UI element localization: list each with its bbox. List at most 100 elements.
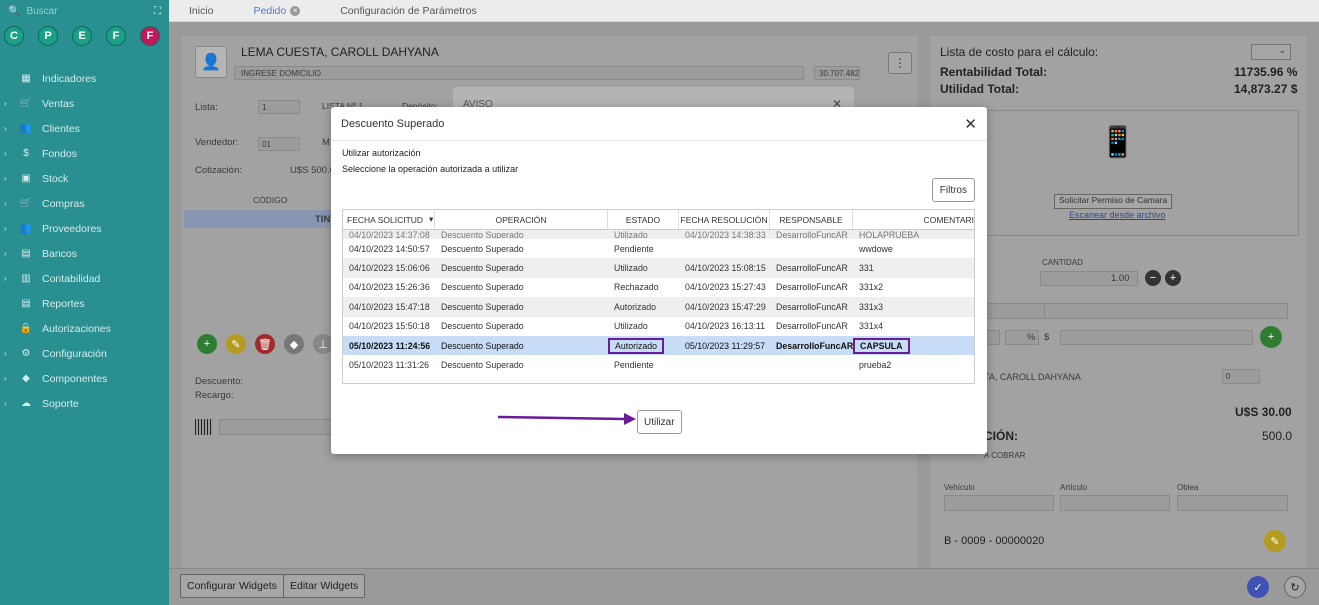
more-options-icon[interactable]: ⋮ [888, 52, 912, 74]
oblea-label: Oblea [1177, 483, 1199, 492]
sidebar-item-soporte[interactable]: › ☁ Soporte [0, 391, 169, 416]
delete-icon[interactable]: 🗑 [255, 334, 275, 354]
close-icon[interactable]: ✕ [964, 115, 977, 133]
tab-label: Pedido [253, 4, 287, 17]
barcode-icon[interactable] [195, 419, 213, 435]
sidebar-item-bancos[interactable]: › ▤ Bancos [0, 241, 169, 266]
confirm-icon[interactable]: ✓ [1247, 576, 1269, 598]
column-header[interactable]: FECHA RESOLUCIÓN [679, 210, 770, 229]
sidebar-search[interactable]: 🔍 Buscar ⛶ [0, 0, 169, 22]
stamp-icon[interactable]: ⊥ [313, 334, 333, 354]
tab-configuracion-parametros[interactable]: Configuración de Parámetros [320, 5, 497, 17]
camera-permission-button[interactable]: Solicitar Permiso de Camara [1054, 194, 1173, 209]
sidebar-item-proveedores[interactable]: › 👥 Proveedores [0, 216, 169, 241]
column-header[interactable]: OPERACIÓN [435, 210, 608, 229]
search-input[interactable]: Buscar [26, 6, 148, 17]
chevron-right-icon: › [4, 149, 7, 158]
table-cell: 04/10/2023 15:26:36 [343, 278, 435, 297]
column-header[interactable]: RESPONSABLE [770, 210, 853, 229]
close-tab-icon[interactable]: × [290, 5, 301, 16]
tag-icon[interactable]: ◆ [284, 334, 304, 354]
oblea-input[interactable] [1177, 495, 1288, 511]
table-row[interactable]: 05/10/2023 11:24:56 Descuento Superado Aut… [343, 335, 974, 356]
tab-pedido[interactable]: Pedido × [234, 5, 321, 17]
table-row[interactable]: 04/10/2023 15:26:36 Descuento Superado Rec… [343, 277, 974, 298]
search-icon: 🔍 [8, 5, 21, 17]
sidebar-item-reportes[interactable]: ▤ Reportes [0, 291, 169, 316]
quick-access-avatar[interactable]: E [72, 26, 92, 46]
price-input[interactable] [1060, 330, 1253, 345]
cell-text: 04/10/2023 15:27:43 [685, 282, 766, 293]
table-cell: wwdowe [853, 239, 963, 258]
expand-icon[interactable]: ⛶ [154, 6, 161, 17]
sidebar-menu: ▦ Indicadores › 🛒 Ventas › 👥 Clientes › $ Fondos › ▣… [0, 66, 169, 416]
table-row[interactable]: 05/10/2023 11:31:26 Descuento Superado Pen… [343, 355, 974, 375]
table-row[interactable]: 04/10/2023 14:50:57 Descuento Superado Pen… [343, 239, 974, 259]
refresh-icon[interactable]: ↻ [1284, 576, 1306, 598]
table-row[interactable]: 04/10/2023 15:50:18 Descuento Superado Uti… [343, 316, 974, 336]
sidebar-item-clientes[interactable]: › 👥 Clientes [0, 116, 169, 141]
sidebar-item-indicadores[interactable]: ▦ Indicadores [0, 66, 169, 91]
product-description-input[interactable] [1044, 303, 1288, 319]
table-cell: 331 [853, 258, 963, 277]
cell-text: Descuento Superado [441, 321, 524, 332]
costo-select[interactable]: ⌄ [1251, 44, 1291, 60]
utilizar-button[interactable]: Utilizar [637, 410, 682, 434]
add-product-icon[interactable]: + [1260, 326, 1282, 348]
editar-widgets-button[interactable]: Editar Widgets [283, 574, 366, 598]
sidebar-item-label: Contabilidad [42, 272, 101, 285]
column-header-label: OPERACIÓN [495, 214, 547, 225]
tab-bar: Inicio Pedido × Configuración de Parámetr… [169, 0, 1319, 22]
quick-access-avatar[interactable]: C [4, 26, 24, 46]
sidebar-item-stock[interactable]: › ▣ Stock [0, 166, 169, 191]
cell-text: Descuento Superado [441, 340, 524, 351]
sidebar-item-autorizaciones[interactable]: 🔒 Autorizaciones [0, 316, 169, 341]
sidebar-item-fondos[interactable]: › $ Fondos [0, 141, 169, 166]
vehiculo-input[interactable] [944, 495, 1054, 511]
table-cell [770, 355, 853, 374]
quick-access-avatar[interactable]: P [38, 26, 58, 46]
articulo-input[interactable] [1060, 495, 1170, 511]
client-avatar-icon[interactable]: 👤 [195, 46, 227, 78]
cell-text: Utilizado [614, 321, 648, 332]
configurar-widgets-button[interactable]: Configurar Widgets [180, 574, 284, 598]
sidebar-item-configuracin[interactable]: › ⚙ Configuración [0, 341, 169, 366]
table-cell: Descuento Superado [435, 278, 608, 297]
tag-icon: ◆ [22, 373, 30, 384]
quick-access-avatar[interactable]: F [106, 26, 126, 46]
sidebar-item-contabilidad[interactable]: › ▥ Contabilidad [0, 266, 169, 291]
column-header[interactable]: COMENTARI [853, 210, 974, 229]
report-icon: ▤ [21, 298, 31, 309]
increase-icon[interactable]: + [1165, 270, 1181, 286]
filtros-button[interactable]: Filtros [931, 178, 975, 202]
table-row[interactable]: 04/10/2023 15:06:06 Descuento Superado Uti… [343, 258, 974, 278]
table-row[interactable]: 04/10/2023 15:47:18 Descuento Superado Aut… [343, 297, 974, 317]
scan-file-link[interactable]: Escanear desde archivo [1069, 210, 1166, 220]
column-header-label: FECHA SOLICITUD [347, 214, 424, 225]
table-row[interactable]: 04/10/2023 14:37:08 Descuento Superado Uti… [343, 230, 974, 239]
edit-icon[interactable]: ✎ [226, 334, 246, 354]
column-header[interactable]: ESTADO [608, 210, 679, 229]
tab-inicio[interactable]: Inicio [169, 5, 234, 17]
edit-comprobante-icon[interactable]: ✎ [1264, 530, 1286, 552]
column-header[interactable]: FECHA SOLICITUD ▾ [343, 210, 435, 229]
cell-text: 04/10/2023 14:50:57 [349, 243, 430, 254]
barcode-input[interactable] [219, 419, 339, 435]
quick-access-bar: CPEFF [0, 22, 169, 50]
table-cell: 04/10/2023 15:27:43 [679, 278, 770, 297]
cell-text: HOLAPRUEBA [859, 231, 920, 239]
sidebar-item-compras[interactable]: › 🛒 Compras [0, 191, 169, 216]
add-item-icon[interactable]: + [197, 334, 217, 354]
vendedor-value: 01 [262, 140, 271, 149]
product-search-input[interactable] [984, 303, 1051, 319]
cell-text: Pendiente [614, 243, 654, 254]
sidebar-item-componentes[interactable]: › ◆ Componentes [0, 366, 169, 391]
sidebar-item-ventas[interactable]: › 🛒 Ventas [0, 91, 169, 116]
table-cell: 04/10/2023 16:13:11 [679, 317, 770, 336]
table-cell: Descuento Superado [435, 355, 608, 374]
decrease-icon[interactable]: − [1145, 270, 1161, 286]
cell-text: DesarrolloFuncAR [776, 321, 848, 332]
sort-desc-icon[interactable]: ▾ [429, 214, 433, 225]
quick-access-avatar[interactable]: F [140, 26, 160, 46]
table-cell: 04/10/2023 15:47:29 [679, 297, 770, 316]
